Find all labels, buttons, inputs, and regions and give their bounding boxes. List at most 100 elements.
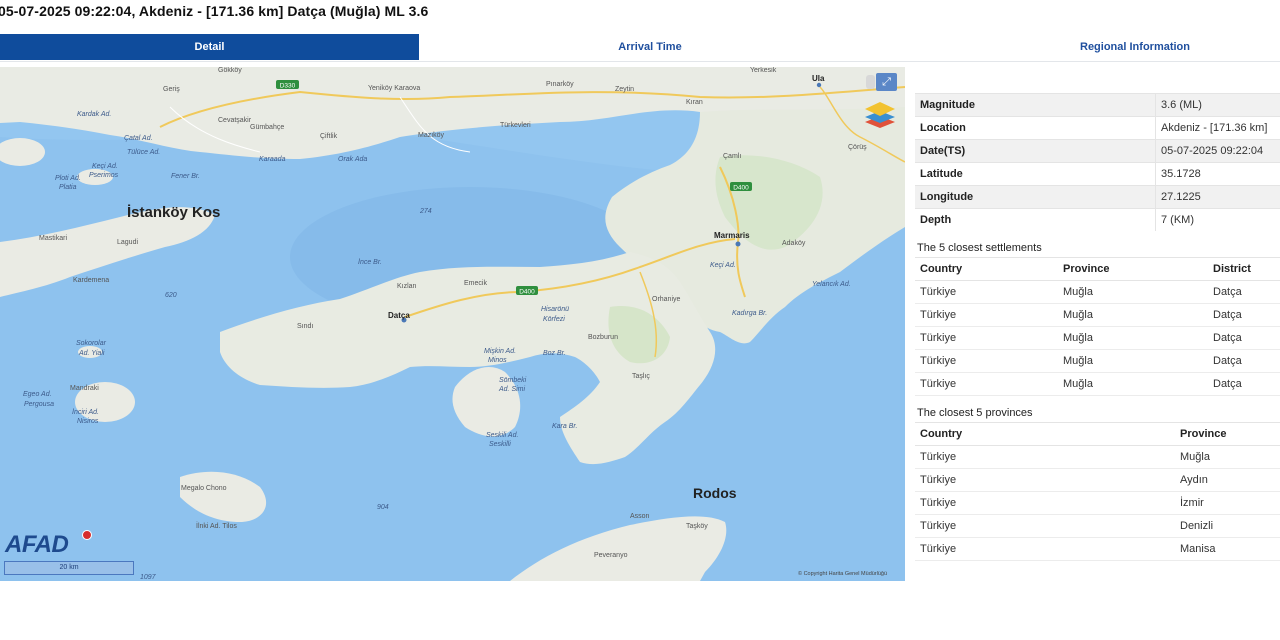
road-badge-d400-1: D400 [733,185,749,192]
fullscreen-icon[interactable]: ⤢ [876,73,897,91]
table-row: Türkiye Muğla Datça [915,372,1280,396]
map-label: Karaada [259,156,286,163]
map-label: Minos [488,357,507,364]
road-badge-d400-2: D400 [519,289,535,296]
map-label: Geriş [163,86,180,93]
map-label: 1097 [140,574,157,581]
table-row: Türkiye Muğla Datça [915,349,1280,373]
detail-key: Date(TS) [915,139,1156,163]
map-label: Ploti Ad. [55,175,81,182]
table-cell: Datça [1208,303,1280,327]
table-cell: Manisa [1175,537,1280,561]
table-row: Türkiye İzmir [915,491,1280,515]
map-label: Bozburun [588,334,618,341]
table-cell: İzmir [1175,491,1280,515]
map-label: Egeo Ad. [23,391,52,398]
map-label: Çamlı [723,153,741,160]
map-label: Gümbahçe [250,124,284,131]
map-label: Mastikari [39,235,67,242]
map-label: Pergousa [24,401,54,408]
map-label: Kara Br. [552,423,577,430]
map-label: Emecik [464,280,487,287]
table-cell: Türkiye [915,303,1058,327]
table-row: Türkiye Aydın [915,468,1280,492]
detail-value: 27.1225 [1155,185,1280,209]
map-scale-bar: 20 km [4,561,134,575]
map-label: Seskilli [489,441,511,448]
earthquake-details-table: Magnitude 3.6 (ML) Location Akdeniz - [171… [915,93,1280,231]
map-label: Mişkin Ad. [484,348,516,355]
afad-logo-dot [82,530,92,540]
table-cell: Datça [1208,372,1280,396]
table-cell: Datça [1208,326,1280,350]
table-row: Türkiye Muğla [915,445,1280,469]
map-label: Tülüce Ad. [127,149,160,156]
map-label: Kardak Ad. [77,111,111,118]
map-label: Seskili Ad. [486,432,518,439]
provinces-heading: The closest 5 provinces [917,407,1033,419]
table-row: Location Akdeniz - [171.36 km] [915,116,1280,140]
map-label: Ad. Yiali [78,350,105,357]
table-cell: Türkiye [915,349,1058,373]
map-view[interactable]: D330 D400 D400 Gökköy Geriş Yeniköy Kara… [0,67,905,581]
map-label: Yelancık Ad. [812,281,851,288]
map-label: Pserimos [89,172,119,179]
table-header-row: Country Province [915,422,1280,446]
column-header: District [1208,257,1280,281]
map-label: Taşköy [686,523,708,530]
map-canvas: D330 D400 D400 Gökköy Geriş Yeniköy Kara… [0,67,905,581]
detail-panel: Magnitude 3.6 (ML) Location Akdeniz - [171… [915,93,1280,561]
table-cell: Muğla [1058,372,1208,396]
tab-regional-information[interactable]: Regional Information [925,34,1280,60]
table-row: Magnitude 3.6 (ML) [915,93,1280,117]
detail-value: 7 (KM) [1155,208,1280,231]
layers-icon[interactable] [862,100,898,130]
column-header: Province [1175,422,1280,446]
detail-key: Longitude [915,185,1156,209]
table-cell: Türkiye [915,280,1058,304]
detail-value: 05-07-2025 09:22:04 [1155,139,1280,163]
detail-value: 3.6 (ML) [1155,93,1280,117]
map-label: Asson [630,513,650,520]
detail-key: Depth [915,208,1156,231]
map-label: Lagudi [117,239,138,246]
column-header: Province [1058,257,1208,281]
table-row: Türkiye Muğla Datça [915,326,1280,350]
table-row: Longitude 27.1225 [915,185,1280,209]
table-cell: Türkiye [915,372,1058,396]
detail-key: Location [915,116,1156,140]
map-label: Yerkesik [750,67,777,74]
table-row: Türkiye Denizli [915,514,1280,538]
map-label: Cevatşakir [218,117,252,124]
map-label: İstanköy Kos [127,204,220,221]
tab-arrival-time[interactable]: Arrival Time [440,34,860,60]
table-cell: Türkiye [915,468,1175,492]
map-label: Ad. Simi [498,386,526,393]
tab-detail[interactable]: Detail [0,34,419,60]
map-label: Rodos [693,485,737,501]
map-label: Adaköy [782,240,806,247]
map-label: Nisiros [77,418,99,425]
column-header: Country [915,422,1175,446]
map-label: Kıran [686,99,703,106]
map-label: Yeniköy Karaova [368,85,420,92]
table-cell: Türkiye [915,537,1175,561]
table-cell: Muğla [1058,280,1208,304]
table-cell: Muğla [1058,326,1208,350]
table-row: Türkiye Muğla Datça [915,303,1280,327]
table-cell: Türkiye [915,326,1058,350]
map-label: Kadırga Br. [732,310,767,317]
map-label: Platia [59,184,77,191]
afad-logo: AFAD [5,531,69,558]
table-row: Depth 7 (KM) [915,208,1280,231]
map-label: Marmaris [714,231,750,240]
detail-key: Magnitude [915,93,1156,117]
table-cell: Aydın [1175,468,1280,492]
map-label: 620 [165,292,177,299]
settlements-table: Country Province District Türkiye Muğla Da… [915,257,1280,396]
map-label: Orhaniye [652,296,681,303]
map-label: Orak Ada [338,156,367,163]
map-label: Sömbeki [499,377,527,384]
map-toggle-handle[interactable] [866,75,875,89]
map-label: Gökköy [218,67,242,74]
